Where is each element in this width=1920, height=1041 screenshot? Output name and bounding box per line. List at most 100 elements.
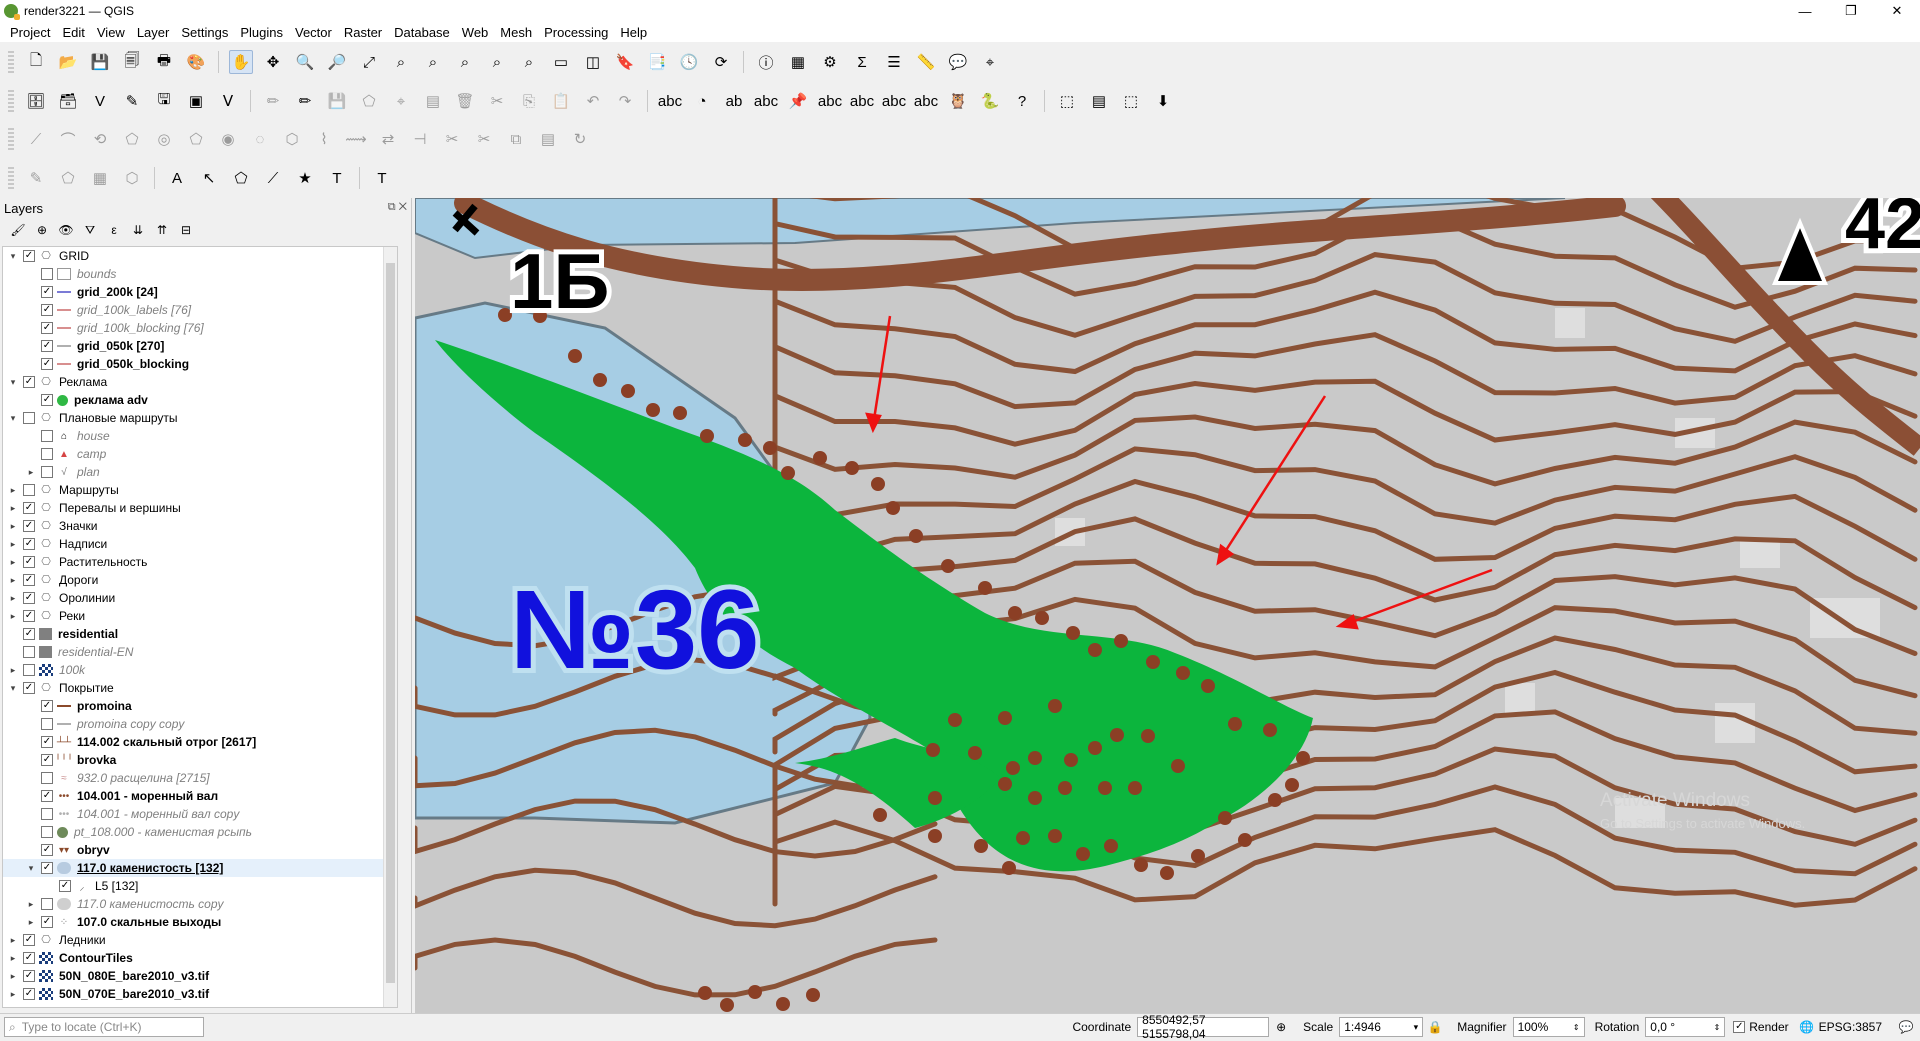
expand-toggle-icon[interactable]: ▾: [7, 251, 19, 262]
delete-ring-icon[interactable]: ◌: [248, 127, 272, 151]
zoom-to-selection-icon[interactable]: ⌕: [389, 50, 413, 74]
layer-visibility-checkbox[interactable]: ✓: [23, 988, 35, 1000]
layer-visibility-checkbox[interactable]: [23, 664, 35, 676]
layer-visibility-checkbox[interactable]: ✓: [41, 322, 53, 334]
manage-themes-icon[interactable]: 👁: [57, 221, 75, 239]
expand-toggle-icon[interactable]: ▾: [7, 377, 19, 388]
zoom-last-icon[interactable]: ⌕: [485, 50, 509, 74]
layer-tree-scrollbar[interactable]: [383, 247, 397, 1007]
new-virtual-layer-icon[interactable]: ▣: [184, 89, 208, 113]
layer-visibility-checkbox[interactable]: ✓: [23, 250, 35, 262]
new-3d-view-icon[interactable]: ◫: [581, 50, 605, 74]
crs-globe-icon[interactable]: 🌐: [1799, 1019, 1815, 1035]
layer-visibility-checkbox[interactable]: ✓: [41, 394, 53, 406]
layer-row[interactable]: ✓ grid_100k_blocking [76]: [3, 319, 397, 337]
move-label-icon[interactable]: abc: [850, 89, 874, 113]
fill-ring-icon[interactable]: ◉: [216, 127, 240, 151]
remove-layer-icon[interactable]: ⊟: [177, 221, 195, 239]
panel-float-close-controls[interactable]: ⧉ ✕: [388, 201, 407, 214]
attribute-table-menu-icon[interactable]: ☰: [882, 50, 906, 74]
expand-toggle-icon[interactable]: ▸: [7, 989, 19, 1000]
layer-labeling-icon[interactable]: abc: [658, 89, 682, 113]
layer-diagram-icon[interactable]: ◔: [690, 89, 714, 113]
expand-all-icon[interactable]: ⇊: [129, 221, 147, 239]
map-canvas[interactable]: 1Б №36 42 Activate Windows Go to Setting…: [415, 198, 1920, 1013]
merge-attributes-icon[interactable]: ▤: [536, 127, 560, 151]
locator-search-input[interactable]: ⌕ Type to locate (Ctrl+K): [4, 1017, 204, 1037]
deselect-all-icon[interactable]: ⬚: [1119, 89, 1143, 113]
add-ring-icon[interactable]: ◎: [152, 127, 176, 151]
layer-visibility-checkbox[interactable]: ✓: [23, 610, 35, 622]
layer-row[interactable]: ▸ ✓ ⎔ Надписи: [3, 535, 397, 553]
layer-visibility-checkbox[interactable]: ✓: [41, 862, 53, 874]
layer-row[interactable]: ✓ residential: [3, 625, 397, 643]
new-project-icon[interactable]: 🗋: [24, 50, 48, 74]
layer-visibility-checkbox[interactable]: ✓: [23, 682, 35, 694]
layer-row[interactable]: ✓ promoina: [3, 697, 397, 715]
expand-toggle-icon[interactable]: ▸: [7, 953, 19, 964]
collapse-all-icon[interactable]: ⇈: [153, 221, 171, 239]
add-vector-layer-icon[interactable]: Ⅴ: [216, 89, 240, 113]
reshape-features-icon[interactable]: ⌇: [312, 127, 336, 151]
new-geopackage-icon[interactable]: 🗃: [56, 89, 80, 113]
layer-visibility-checkbox[interactable]: [41, 898, 53, 910]
magnifier-spinbox[interactable]: 100% ⇕: [1512, 1017, 1585, 1037]
expand-toggle-icon[interactable]: ▸: [7, 539, 19, 550]
layer-visibility-checkbox[interactable]: ✓: [23, 628, 35, 640]
messages-icon[interactable]: 💬: [1898, 1019, 1914, 1035]
layer-row[interactable]: ✓ grid_100k_labels [76]: [3, 301, 397, 319]
add-part-icon[interactable]: ⬠: [184, 127, 208, 151]
select-annotation-icon[interactable]: ↖: [197, 166, 221, 190]
show-bookmarks-icon[interactable]: 📑: [645, 50, 669, 74]
layer-row[interactable]: ✓ grid_200k [24]: [3, 283, 397, 301]
simplify-feature-icon[interactable]: ⬠: [120, 127, 144, 151]
expand-toggle-icon[interactable]: ▸: [25, 899, 37, 910]
layer-visibility-checkbox[interactable]: [41, 826, 53, 838]
statistical-summary-icon[interactable]: Σ: [850, 50, 874, 74]
expand-toggle-icon[interactable]: ▾: [25, 863, 37, 874]
layer-row[interactable]: ▸ √ plan: [3, 463, 397, 481]
layer-row[interactable]: promoina copy copy: [3, 715, 397, 733]
expand-toggle-icon[interactable]: ▾: [7, 683, 19, 694]
select-by-expression-icon[interactable]: ⬇: [1151, 89, 1175, 113]
vertex-tool-icon[interactable]: ⌖: [389, 89, 413, 113]
layer-visibility-checkbox[interactable]: ✓: [41, 286, 53, 298]
layer-visibility-checkbox[interactable]: ✓: [23, 592, 35, 604]
shape-digitizing-icon[interactable]: ✎: [24, 166, 48, 190]
select-by-value-icon[interactable]: ▤: [1087, 89, 1111, 113]
menu-edit[interactable]: Edit: [56, 25, 90, 40]
layer-visibility-checkbox[interactable]: [41, 466, 53, 478]
refresh-icon[interactable]: ⟳: [709, 50, 733, 74]
layer-visibility-checkbox[interactable]: ✓: [41, 340, 53, 352]
new-temp-layer-icon[interactable]: 🖫: [152, 89, 176, 113]
regular-polygon-icon[interactable]: ⬡: [120, 166, 144, 190]
merge-features-icon[interactable]: ⧉: [504, 127, 528, 151]
edits-icon[interactable]: ✏: [261, 89, 285, 113]
expand-toggle-icon[interactable]: ▸: [7, 971, 19, 982]
pan-map-icon[interactable]: ✋: [229, 50, 253, 74]
layer-row[interactable]: ▸ ✓ ⎔ Реки: [3, 607, 397, 625]
rotate-feature-icon[interactable]: ⟲: [88, 127, 112, 151]
layer-row[interactable]: ▸ ✓ ⎔ Перевалы и вершины: [3, 499, 397, 517]
toolbar-grip[interactable]: [8, 90, 14, 112]
marker-annotation-icon[interactable]: ★: [293, 166, 317, 190]
layer-row[interactable]: ▸ ✓ ⎔ Ледники: [3, 931, 397, 949]
save-edits-icon[interactable]: 💾: [325, 89, 349, 113]
temporal-controller-icon[interactable]: 🕓: [677, 50, 701, 74]
layer-visibility-checkbox[interactable]: ✓: [23, 520, 35, 532]
toolbar-grip[interactable]: [8, 51, 14, 73]
toolbar-grip[interactable]: [8, 167, 14, 189]
layer-row[interactable]: ▾ ⎔ Плановые маршруты: [3, 409, 397, 427]
paste-features-icon[interactable]: 📋: [549, 89, 573, 113]
text-box-icon[interactable]: T: [370, 166, 394, 190]
maximize-button[interactable]: ❐: [1828, 0, 1874, 22]
expand-toggle-icon[interactable]: ▸: [7, 485, 19, 496]
layer-visibility-checkbox[interactable]: ✓: [23, 538, 35, 550]
layer-row[interactable]: ▸ ✓ ⎔ Растительность: [3, 553, 397, 571]
layer-row[interactable]: ✓ реклама adv: [3, 391, 397, 409]
undo-icon[interactable]: ↶: [581, 89, 605, 113]
menu-view[interactable]: View: [91, 25, 131, 40]
toolbar-grip[interactable]: [8, 128, 14, 150]
zoom-out-icon[interactable]: 🔎: [325, 50, 349, 74]
layer-row[interactable]: ▾ ✓ ⎔ GRID: [3, 247, 397, 265]
